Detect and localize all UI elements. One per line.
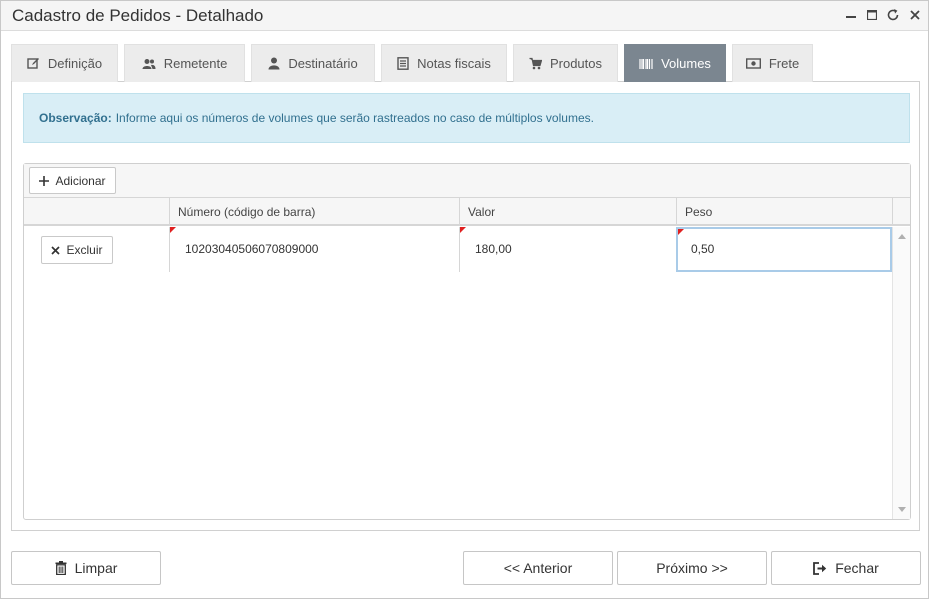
add-label: Adicionar: [55, 173, 106, 188]
refresh-icon[interactable]: [884, 5, 902, 25]
trash-icon: [55, 561, 67, 575]
sign-out-icon: [813, 561, 827, 575]
next-label: Próximo >>: [656, 560, 728, 576]
close-icon: [51, 245, 61, 255]
barcode-icon: [639, 58, 653, 70]
tab-label: Definição: [47, 56, 103, 71]
tab-definicao[interactable]: Definição: [11, 44, 118, 82]
info-alert: Observação: Informe aqui os números de v…: [23, 93, 910, 143]
tab-label: Destinatário: [288, 56, 358, 71]
minimize-icon[interactable]: [842, 5, 860, 25]
clear-button[interactable]: Limpar: [11, 551, 161, 585]
dirty-marker: [170, 227, 176, 233]
cell-numero[interactable]: 10203040506070809000: [169, 227, 460, 272]
title-bar: Cadastro de Pedidos - Detalhado: [1, 1, 928, 31]
plus-icon: [39, 175, 50, 186]
document-icon: [397, 57, 409, 70]
tab-volumes[interactable]: Volumes: [624, 44, 726, 82]
scroll-up-icon[interactable]: [898, 234, 906, 239]
tab-label: Frete: [768, 56, 800, 71]
previous-button[interactable]: << Anterior: [463, 551, 613, 585]
scroll-down-icon[interactable]: [898, 507, 906, 512]
header-peso[interactable]: Peso: [676, 198, 893, 226]
numero-value: 10203040506070809000: [185, 242, 319, 256]
tab-frete[interactable]: Frete: [732, 44, 813, 82]
close-button[interactable]: Fechar: [771, 551, 921, 585]
delete-label: Excluir: [66, 243, 103, 257]
actions-cell: Excluir: [24, 227, 170, 272]
dirty-marker: [460, 227, 466, 233]
alert-label: Observação:: [39, 111, 112, 125]
grid-toolbar: Adicionar: [24, 164, 910, 198]
delete-button[interactable]: Excluir: [41, 236, 113, 264]
add-button[interactable]: Adicionar: [29, 167, 116, 194]
user-icon: [268, 57, 280, 70]
valor-value: 180,00: [475, 242, 512, 256]
tab-bar: Definição Remetente Destinatário Notas f…: [11, 44, 920, 82]
header-scroll-spacer: [892, 198, 910, 226]
tab-label: Volumes: [661, 56, 711, 71]
tab-produtos[interactable]: Produtos: [513, 44, 618, 82]
alert-text: Informe aqui os números de volumes que s…: [115, 111, 594, 125]
cell-peso[interactable]: 0,50: [676, 227, 892, 272]
tab-content-volumes: Observação: Informe aqui os números de v…: [11, 81, 920, 531]
dirty-marker: [678, 229, 684, 235]
tab-notas-fiscais[interactable]: Notas fiscais: [381, 44, 507, 82]
cart-icon: [529, 57, 542, 70]
grid-scrollbar[interactable]: [892, 227, 910, 519]
users-icon: [142, 58, 156, 70]
order-window: Cadastro de Pedidos - Detalhado Definiçã…: [0, 0, 929, 599]
tab-destinatario[interactable]: Destinatário: [251, 44, 375, 82]
previous-label: << Anterior: [503, 560, 573, 576]
peso-value: 0,50: [691, 242, 715, 256]
close-icon[interactable]: [906, 5, 924, 25]
volumes-grid: Adicionar Número (código de barra) Valor…: [23, 163, 911, 520]
money-icon: [745, 58, 761, 69]
maximize-icon[interactable]: [863, 5, 881, 25]
tab-label: Notas fiscais: [417, 56, 491, 71]
tab-label: Produtos: [549, 56, 603, 71]
tab-label: Remetente: [163, 56, 228, 71]
close-label: Fechar: [835, 560, 879, 576]
grid-header: Número (código de barra) Valor Peso: [24, 198, 910, 226]
header-valor[interactable]: Valor: [459, 198, 677, 226]
tab-remetente[interactable]: Remetente: [124, 44, 245, 82]
cell-valor[interactable]: 180,00: [459, 227, 677, 272]
header-numero[interactable]: Número (código de barra): [169, 198, 460, 226]
header-actions: [24, 198, 170, 226]
edit-icon: [27, 57, 40, 70]
next-button[interactable]: Próximo >>: [617, 551, 767, 585]
clear-label: Limpar: [74, 560, 118, 576]
table-row: Excluir 10203040506070809000 180,00 0,50: [24, 227, 892, 272]
window-title: Cadastro de Pedidos - Detalhado: [12, 6, 264, 25]
